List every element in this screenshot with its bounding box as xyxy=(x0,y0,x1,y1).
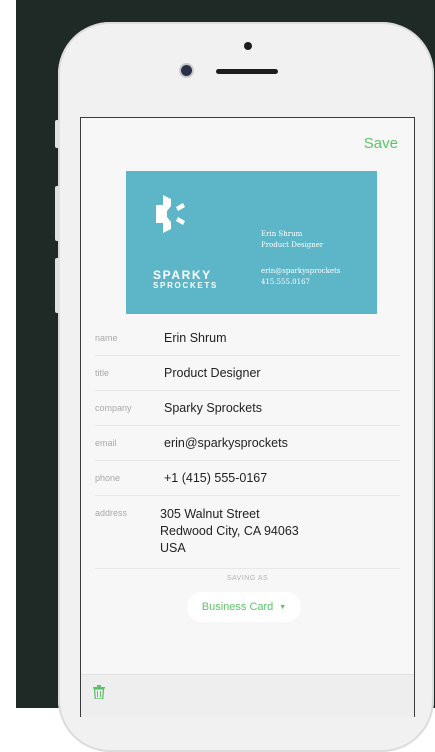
phone-screen: Save SPARKY SPROCKETS Erin Shrum Product… xyxy=(80,117,415,717)
field-row-name[interactable]: name Erin Shrum xyxy=(95,321,400,356)
address-line-3: USA xyxy=(160,541,186,555)
address-field[interactable]: 305 Walnut Street Redwood City, CA 94063… xyxy=(160,506,299,557)
front-camera xyxy=(181,65,192,76)
save-type-dropdown[interactable]: Business Card ▼ xyxy=(187,592,301,622)
field-label: phone xyxy=(95,473,121,483)
caret-down-icon: ▼ xyxy=(279,604,287,611)
volume-down-button xyxy=(55,258,60,313)
field-row-phone[interactable]: phone +1 (415) 555-0167 xyxy=(95,461,400,496)
title-field[interactable]: Product Designer xyxy=(164,366,261,380)
field-row-title[interactable]: title Product Designer xyxy=(95,356,400,391)
save-button[interactable]: Save xyxy=(364,135,398,152)
trash-icon[interactable] xyxy=(93,685,105,699)
card-name: Erin Shrum xyxy=(261,230,303,238)
field-label: email xyxy=(95,438,117,448)
bottom-toolbar xyxy=(81,674,414,717)
card-title: Product Designer xyxy=(261,241,324,249)
address-line-2: Redwood City, CA 94063 xyxy=(160,524,299,538)
card-brand-line2: SPROCKETS xyxy=(153,281,219,290)
field-row-company[interactable]: company Sparky Sprockets xyxy=(95,391,400,426)
save-type-value: Business Card xyxy=(201,601,274,613)
card-phone: 415.555.0167 xyxy=(261,278,310,286)
field-row-address[interactable]: address 305 Walnut Street Redwood City, … xyxy=(95,496,400,569)
field-label: title xyxy=(95,368,110,378)
field-label: address xyxy=(95,508,128,518)
phone-field[interactable]: +1 (415) 555-0167 xyxy=(164,471,267,485)
contact-fields: name Erin Shrum title Product Designer c… xyxy=(81,321,414,569)
field-label: company xyxy=(95,403,132,413)
volume-up-button xyxy=(55,186,60,241)
proximity-sensor xyxy=(244,42,252,50)
address-line-1: 305 Walnut Street xyxy=(160,507,260,521)
field-label: name xyxy=(95,333,118,343)
email-field[interactable]: erin@sparkysprockets xyxy=(164,436,288,450)
card-email: erin@sparkysprockets xyxy=(261,267,341,275)
name-field[interactable]: Erin Shrum xyxy=(164,331,227,345)
business-card-preview: SPARKY SPROCKETS Erin Shrum Product Desi… xyxy=(126,171,377,314)
field-row-email[interactable]: email erin@sparkysprockets xyxy=(95,426,400,461)
card-brand-line1: SPARKY xyxy=(153,268,212,282)
earpiece-speaker xyxy=(216,69,278,74)
sprocket-logo-icon xyxy=(156,195,185,233)
mute-switch xyxy=(55,120,60,148)
company-field[interactable]: Sparky Sprockets xyxy=(164,401,262,415)
saving-as-label: SAVING AS xyxy=(226,575,269,582)
